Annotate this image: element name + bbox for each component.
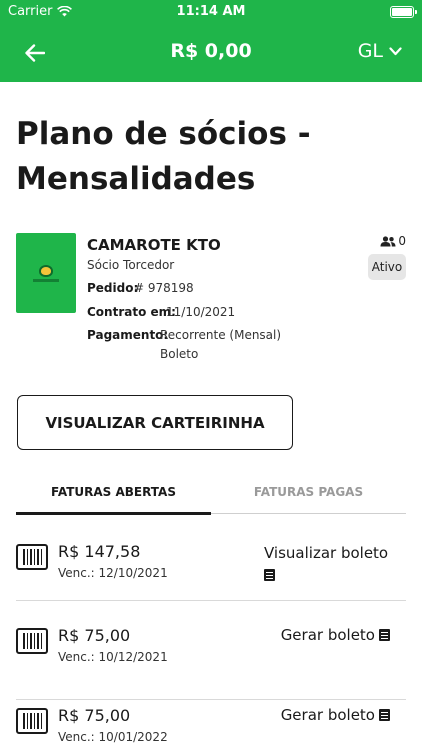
invoice-due-date: Venc.: 10/12/2021 <box>58 650 168 664</box>
invoice-due-date: Venc.: 12/10/2021 <box>58 566 168 580</box>
battery-icon <box>390 6 417 18</box>
generate-boleto-label: Gerar boleto <box>280 626 375 644</box>
plan-name: CAMAROTE KTO <box>87 236 221 254</box>
barcode-icon <box>16 544 48 570</box>
invoice-row: R$ 147,58 Venc.: 12/10/2021 Visualizar b… <box>16 536 406 601</box>
view-boleto-button[interactable]: Visualizar boleto <box>264 542 392 586</box>
contract-label: Contrato em: <box>87 305 176 319</box>
plan-logo <box>16 233 76 313</box>
page-title: Plano de sócios - Mensalidades <box>16 116 311 197</box>
document-icon <box>264 569 275 581</box>
tab-paid-invoices[interactable]: FATURAS PAGAS <box>211 485 406 499</box>
contract-value: 11/10/2021 <box>166 305 236 319</box>
status-badge: Ativo <box>368 254 406 280</box>
generate-boleto-button[interactable]: Gerar boleto <box>281 706 390 724</box>
payment-label: Pagamento: <box>87 328 169 342</box>
nav-bar: R$ 0,00 GL <box>0 24 422 82</box>
barcode-icon <box>16 628 48 654</box>
order-label: Pedido: <box>87 281 139 295</box>
club-crest-icon <box>39 264 53 277</box>
tab-open-invoices[interactable]: FATURAS ABERTAS <box>16 485 211 499</box>
generate-boleto-label: Gerar boleto <box>280 706 375 724</box>
language-selector[interactable]: GL <box>358 40 402 62</box>
invoice-amount: R$ 75,00 <box>58 626 131 645</box>
invoice-amount: R$ 147,58 <box>58 542 141 561</box>
document-icon <box>379 709 390 721</box>
invoice-row: R$ 75,00 Venc.: 10/01/2022 Gerar boleto <box>16 700 406 750</box>
status-time: 11:14 AM <box>176 4 246 19</box>
plan-type: Sócio Torcedor <box>87 258 175 272</box>
members-count-value: 0 <box>398 234 406 248</box>
barcode-icon <box>16 708 48 734</box>
language-label: GL <box>357 40 383 62</box>
chevron-down-icon <box>389 46 402 55</box>
app-header: Carrier 11:14 AM R$ 0,00 GL <box>0 0 422 82</box>
status-bar: Carrier 11:14 AM <box>0 0 422 24</box>
view-card-button[interactable]: VISUALIZAR CARTEIRINHA <box>17 395 293 450</box>
club-name-mark <box>33 278 59 282</box>
invoice-row: R$ 75,00 Venc.: 10/12/2021 Gerar boleto <box>16 620 406 700</box>
document-icon <box>379 629 390 641</box>
payment-value-frequency: Recorrente (Mensal) <box>160 328 282 342</box>
payment-value-method: Boleto <box>160 347 199 361</box>
order-value: # 978198 <box>134 281 194 295</box>
invoice-amount: R$ 75,00 <box>58 706 131 725</box>
members-count: 0 <box>380 234 406 248</box>
members-icon <box>380 235 396 246</box>
view-boleto-label: Visualizar boleto <box>264 544 389 562</box>
active-tab-indicator <box>16 512 211 515</box>
invoice-due-date: Venc.: 10/01/2022 <box>58 730 168 744</box>
generate-boleto-button[interactable]: Gerar boleto <box>281 626 390 644</box>
